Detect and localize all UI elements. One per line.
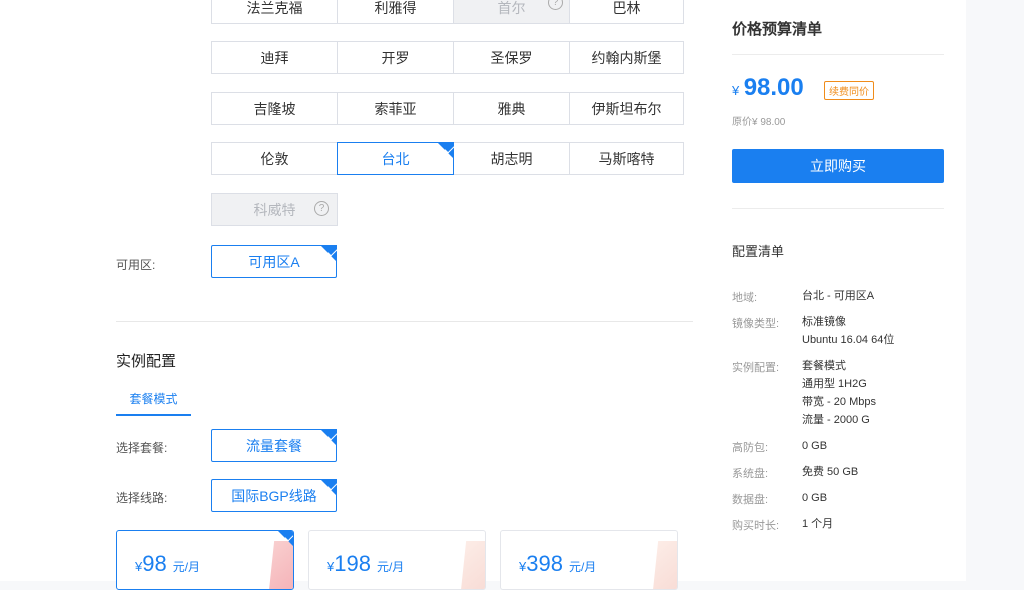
summary-title: 价格预算清单 xyxy=(732,21,823,38)
selected-check-icon xyxy=(277,531,293,547)
help-icon[interactable]: ? xyxy=(548,0,563,10)
plan-card-198[interactable]: ¥198 元/月 xyxy=(308,530,486,590)
region-option-label: 台北 xyxy=(381,150,410,167)
zone-option-text: 可用区A xyxy=(248,253,300,270)
plan-price: 398 xyxy=(526,551,563,576)
summary-currency: ¥ xyxy=(732,83,740,98)
package-label: 选择套餐: xyxy=(116,441,168,455)
package-option[interactable]: 流量套餐 xyxy=(211,429,337,462)
region-option: 科威特? xyxy=(211,193,338,226)
region-option[interactable]: 约翰内斯堡 xyxy=(569,41,684,74)
region-option[interactable]: 迪拜 xyxy=(211,41,338,74)
renewal-badge: 续费同价 xyxy=(824,81,874,100)
config-item-label: 系统盘: xyxy=(732,468,769,480)
config-item-value: 0 GB xyxy=(802,440,828,452)
region-option-label: 法兰克福 xyxy=(246,0,303,16)
help-icon[interactable]: ? xyxy=(314,201,329,216)
summary-divider xyxy=(732,54,944,55)
summary-divider xyxy=(732,208,944,209)
package-option-text: 流量套餐 xyxy=(246,437,302,454)
summary-price: ¥ 98.00 xyxy=(732,74,804,102)
plan-price: 198 xyxy=(334,551,371,576)
config-item-value: 套餐模式 通用型 1H2G 带宽 - 20 Mbps 流量 - 2000 G xyxy=(802,360,876,426)
region-option[interactable]: 伦敦 xyxy=(211,142,338,175)
config-item-value: 1 个月 xyxy=(802,518,834,530)
selected-check-icon xyxy=(320,429,337,446)
selected-check-icon xyxy=(320,479,337,496)
instance-section-title: 实例配置 xyxy=(116,353,177,370)
region-option[interactable]: 雅典 xyxy=(453,92,570,125)
region-option[interactable]: 台北 xyxy=(337,142,454,175)
tab-package-mode-label: 套餐模式 xyxy=(129,392,178,406)
region-option[interactable]: 马斯喀特 xyxy=(569,142,684,175)
plan-unit: 元/月 xyxy=(172,560,201,574)
config-item-value: 台北 - 可用区A xyxy=(802,290,875,302)
region-option-label: 迪拜 xyxy=(260,49,289,66)
region-option[interactable]: 法兰克福 xyxy=(211,0,338,24)
region-option[interactable]: 伊斯坦布尔 xyxy=(569,92,684,125)
region-option-label: 科威特 xyxy=(253,201,296,218)
price-summary-panel: 价格预算清单 ¥ 98.00 续费同价 原价¥ 98.00 立即购买 配置清单 … xyxy=(712,0,966,581)
summary-price-value: 98.00 xyxy=(743,74,804,101)
tab-package-mode[interactable]: 套餐模式 xyxy=(116,390,191,416)
region-option[interactable]: 胡志明 xyxy=(453,142,570,175)
region-option-label: 伦敦 xyxy=(260,150,289,167)
region-option-label: 伊斯坦布尔 xyxy=(591,100,662,117)
region-option-label: 利雅得 xyxy=(374,0,417,16)
region-option-label: 圣保罗 xyxy=(490,49,533,66)
region-option-label: 约翰内斯堡 xyxy=(591,49,662,66)
buy-now-button[interactable]: 立即购买 xyxy=(732,149,944,183)
config-item-label: 购买时长: xyxy=(732,520,780,532)
plan-unit: 元/月 xyxy=(376,560,405,574)
main-panel: 法兰克福 利雅得 首尔? 巴林迪拜 开罗 圣保罗 约翰内斯堡吉隆坡 索菲亚 雅典 伊斯坦布尔伦敦 台… xyxy=(0,0,712,590)
plan-price: 98 xyxy=(142,551,167,576)
config-item-value: 标准镜像 Ubuntu 16.04 64位 xyxy=(802,316,895,346)
region-option-label: 吉隆坡 xyxy=(253,100,296,117)
line-label: 选择线路: xyxy=(116,491,168,505)
region-option[interactable]: 利雅得 xyxy=(337,0,454,24)
region-option[interactable]: 圣保罗 xyxy=(453,41,570,74)
region-option-label: 开罗 xyxy=(381,49,410,66)
region-option[interactable]: 巴林 xyxy=(569,0,684,24)
region-option[interactable]: 吉隆坡 xyxy=(211,92,338,125)
plan-decoration xyxy=(651,541,677,589)
plan-unit: 元/月 xyxy=(568,560,597,574)
line-option-text: 国际BGP线路 xyxy=(231,487,317,504)
config-item-label: 数据盘: xyxy=(732,494,769,506)
zone-option-a[interactable]: 可用区A xyxy=(211,245,337,278)
config-item-label: 地域: xyxy=(732,292,758,304)
selected-check-icon xyxy=(437,142,454,159)
original-price: 原价¥ 98.00 xyxy=(732,117,786,128)
region-option-label: 索菲亚 xyxy=(374,100,417,117)
region-option: 首尔? xyxy=(453,0,570,24)
config-item-value: 0 GB xyxy=(802,492,828,504)
selected-check-icon xyxy=(320,245,337,262)
section-divider xyxy=(116,321,693,322)
buy-now-label: 立即购买 xyxy=(810,158,866,174)
region-option[interactable]: 索菲亚 xyxy=(337,92,454,125)
line-option[interactable]: 国际BGP线路 xyxy=(211,479,337,512)
plan-card-98[interactable]: ¥98 元/月 xyxy=(116,530,294,590)
plan-decoration xyxy=(267,541,293,589)
region-option-label: 首尔 xyxy=(497,0,526,16)
region-option-label: 巴林 xyxy=(612,0,641,16)
config-item-value: 免费 50 GB xyxy=(802,466,859,478)
region-option[interactable]: 开罗 xyxy=(337,41,454,74)
config-title: 配置清单 xyxy=(732,244,785,259)
plan-decoration xyxy=(459,541,485,589)
plan-card-398[interactable]: ¥398 元/月 xyxy=(500,530,678,590)
zone-label: 可用区: xyxy=(116,258,156,272)
config-item-label: 实例配置: xyxy=(732,362,780,374)
config-item-label: 高防包: xyxy=(732,442,769,454)
config-item-label: 镜像类型: xyxy=(732,318,780,330)
region-option-label: 胡志明 xyxy=(490,150,533,167)
region-option-label: 马斯喀特 xyxy=(598,150,655,167)
region-option-label: 雅典 xyxy=(497,100,526,117)
